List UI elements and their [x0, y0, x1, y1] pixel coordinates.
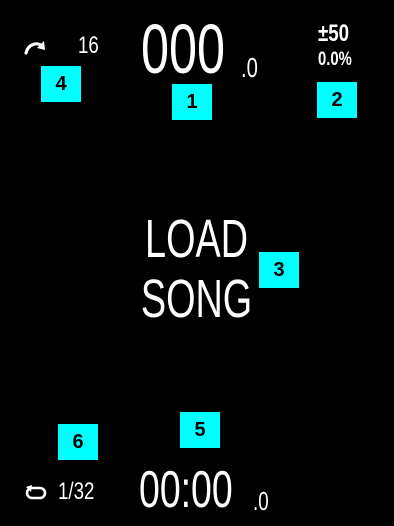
pitch-range[interactable]: ±50 — [318, 22, 349, 46]
time-value: 00:00 — [139, 461, 233, 519]
time-decimal: .0 — [253, 486, 269, 516]
callout-badge-3: 3 — [259, 252, 299, 288]
redo-arrow-icon[interactable] — [22, 36, 48, 58]
loop-icon[interactable] — [24, 484, 48, 502]
bpm-display[interactable]: 000 .0 — [141, 14, 258, 84]
load-song-button-line2[interactable]: SONG — [0, 268, 394, 330]
loop-value[interactable]: 1/32 — [58, 480, 94, 504]
callout-badge-1: 1 — [172, 84, 212, 120]
callout-badge-2: 2 — [317, 82, 357, 118]
load-song-button[interactable]: LOAD — [0, 208, 394, 270]
player-screen: 16 000 .0 ±50 0.0% LOAD SONG 1/32 00:00 … — [0, 0, 394, 526]
bpm-decimal: .0 — [241, 52, 258, 83]
time-display: 00:00 .0 — [139, 464, 269, 516]
bpm-value: 000 — [141, 10, 226, 88]
pitch-value[interactable]: 0.0% — [318, 50, 352, 69]
jump-value[interactable]: 16 — [78, 34, 99, 58]
callout-badge-6: 6 — [58, 424, 98, 460]
callout-badge-4: 4 — [41, 66, 81, 102]
callout-badge-5: 5 — [180, 412, 220, 448]
load-song-line1: LOAD — [145, 209, 249, 269]
load-song-line2: SONG — [141, 269, 253, 329]
